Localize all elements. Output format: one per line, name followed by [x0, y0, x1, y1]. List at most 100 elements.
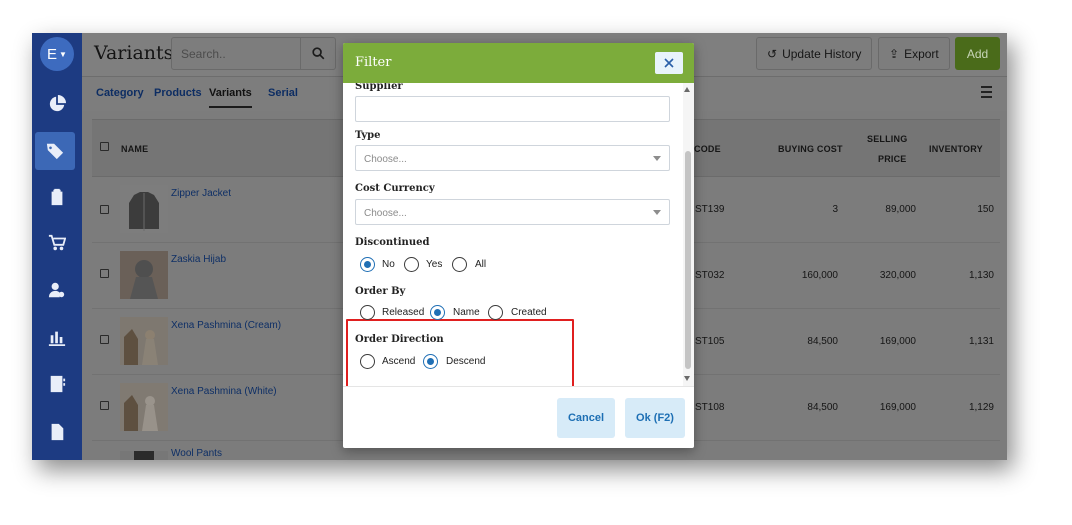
- order-direction-descend-radio[interactable]: [423, 354, 438, 369]
- chevron-down-icon: [653, 210, 661, 215]
- dialog-footer: Cancel Ok (F2): [343, 386, 694, 448]
- export-button[interactable]: ⇪ Export: [878, 37, 950, 70]
- update-history-button[interactable]: ↺ Update History: [756, 37, 873, 70]
- sidebar-item-orders[interactable]: [32, 178, 82, 216]
- sidebar-item-sales[interactable]: [32, 224, 82, 262]
- pashmina-white-image: [120, 383, 168, 431]
- order-by-released-label: Released: [382, 307, 425, 318]
- order-by-created-radio[interactable]: [488, 305, 503, 320]
- caret-down-icon: ▼: [59, 49, 67, 59]
- history-icon: ↺: [767, 46, 778, 61]
- update-history-label: Update History: [782, 46, 862, 61]
- document-icon: [51, 423, 64, 441]
- order-direction-descend-label: Descend: [446, 356, 486, 367]
- type-select[interactable]: Choose...: [355, 145, 670, 171]
- scroll-up-arrow-icon[interactable]: [684, 87, 690, 92]
- discontinued-no-label: No: [382, 259, 395, 270]
- order-by-name-radio[interactable]: [430, 305, 445, 320]
- sidebar-item-reports[interactable]: [32, 318, 82, 356]
- cell-selling-price: 89,000: [885, 204, 916, 215]
- header-code[interactable]: CODE: [694, 144, 721, 154]
- sidebar: E ▼: [32, 33, 82, 460]
- scrollbar-thumb[interactable]: [685, 151, 691, 369]
- jacket-image: [120, 185, 168, 233]
- close-button[interactable]: [655, 52, 683, 74]
- menu-icon[interactable]: [981, 86, 992, 101]
- cell-inventory: 1,129: [968, 402, 994, 413]
- row-checkbox[interactable]: [100, 401, 109, 410]
- highlight-box: [346, 319, 574, 386]
- discontinued-all-label: All: [475, 259, 487, 270]
- product-thumbnail: [120, 451, 168, 460]
- discontinued-yes-radio[interactable]: [404, 257, 419, 272]
- order-by-name-label: Name: [453, 307, 480, 318]
- tab-serial[interactable]: Serial: [268, 87, 298, 99]
- ok-button[interactable]: Ok (F2): [625, 398, 685, 438]
- discontinued-label: Discontinued: [355, 237, 430, 248]
- cost-currency-placeholder: Choose...: [364, 208, 407, 219]
- export-icon: ⇪: [889, 46, 900, 61]
- header-inventory[interactable]: INVENTORY: [929, 144, 983, 154]
- clipboard-icon: [51, 188, 63, 206]
- dialog-header: Filter: [343, 43, 694, 83]
- product-thumbnail: [120, 251, 168, 299]
- cell-code: ST108: [695, 402, 725, 413]
- row-checkbox[interactable]: [100, 205, 109, 214]
- order-direction-ascend-radio[interactable]: [360, 354, 375, 369]
- sidebar-item-documents[interactable]: [32, 413, 82, 451]
- product-thumbnail: [120, 185, 168, 233]
- row-checkbox[interactable]: [100, 269, 109, 278]
- tag-icon: [46, 143, 64, 160]
- discontinued-all-radio[interactable]: [452, 257, 467, 272]
- sidebar-item-contacts[interactable]: [32, 365, 82, 403]
- scroll-down-arrow-icon[interactable]: [684, 376, 690, 381]
- sidebar-item-dashboard[interactable]: [32, 85, 82, 123]
- close-icon: [664, 58, 674, 68]
- cost-currency-label: Cost Currency: [355, 183, 435, 194]
- select-all-checkbox[interactable]: [100, 142, 109, 151]
- user-avatar[interactable]: E ▼: [40, 37, 74, 71]
- header-selling-price-1[interactable]: SELLING: [867, 134, 907, 144]
- sidebar-item-customers[interactable]: [32, 271, 82, 309]
- cost-currency-select[interactable]: Choose...: [355, 199, 670, 225]
- product-name-link[interactable]: Zipper Jacket: [171, 188, 231, 199]
- order-direction-ascend-label: Ascend: [382, 356, 416, 367]
- tab-products[interactable]: Products: [154, 87, 202, 99]
- product-name-link[interactable]: Xena Pashmina (Cream): [171, 320, 281, 331]
- product-name-link[interactable]: Zaskia Hijab: [171, 254, 226, 265]
- supplier-input[interactable]: [355, 96, 670, 122]
- contact-book-icon: [50, 375, 66, 393]
- header-name[interactable]: NAME: [121, 144, 148, 154]
- cell-selling-price: 169,000: [879, 402, 916, 413]
- user-settings-icon: [48, 282, 65, 298]
- type-label: Type: [355, 130, 381, 141]
- product-thumbnail: [120, 383, 168, 431]
- cell-buying-cost: 160,000: [801, 270, 838, 281]
- order-by-created-label: Created: [511, 307, 547, 318]
- row-checkbox[interactable]: [100, 335, 109, 344]
- pants-image: [120, 451, 168, 460]
- search-input[interactable]: Search..: [171, 37, 301, 70]
- order-direction-label: Order Direction: [355, 334, 444, 345]
- cell-buying-cost: 84,500: [807, 336, 838, 347]
- cell-code: ST139: [695, 204, 725, 215]
- product-name-link[interactable]: Xena Pashmina (White): [171, 386, 277, 397]
- avatar-letter: E: [47, 45, 58, 63]
- order-by-label: Order By: [355, 286, 406, 297]
- cart-icon: [48, 234, 66, 251]
- tab-category[interactable]: Category: [96, 87, 144, 99]
- cell-selling-price: 169,000: [879, 336, 916, 347]
- order-by-released-radio[interactable]: [360, 305, 375, 320]
- cancel-button[interactable]: Cancel: [557, 398, 615, 438]
- header-selling-price-2: PRICE: [878, 154, 907, 164]
- header-buying-cost[interactable]: BUYING COST: [778, 144, 843, 154]
- chevron-down-icon: [653, 156, 661, 161]
- sidebar-item-products[interactable]: [35, 132, 75, 170]
- discontinued-no-radio[interactable]: [360, 257, 375, 272]
- cell-code: ST105: [695, 336, 725, 347]
- search-button[interactable]: [300, 37, 336, 70]
- cell-code: ST032: [695, 270, 725, 281]
- product-name-link[interactable]: Wool Pants: [171, 448, 222, 459]
- add-button[interactable]: Add: [955, 37, 1000, 70]
- tab-variants[interactable]: Variants: [209, 87, 252, 108]
